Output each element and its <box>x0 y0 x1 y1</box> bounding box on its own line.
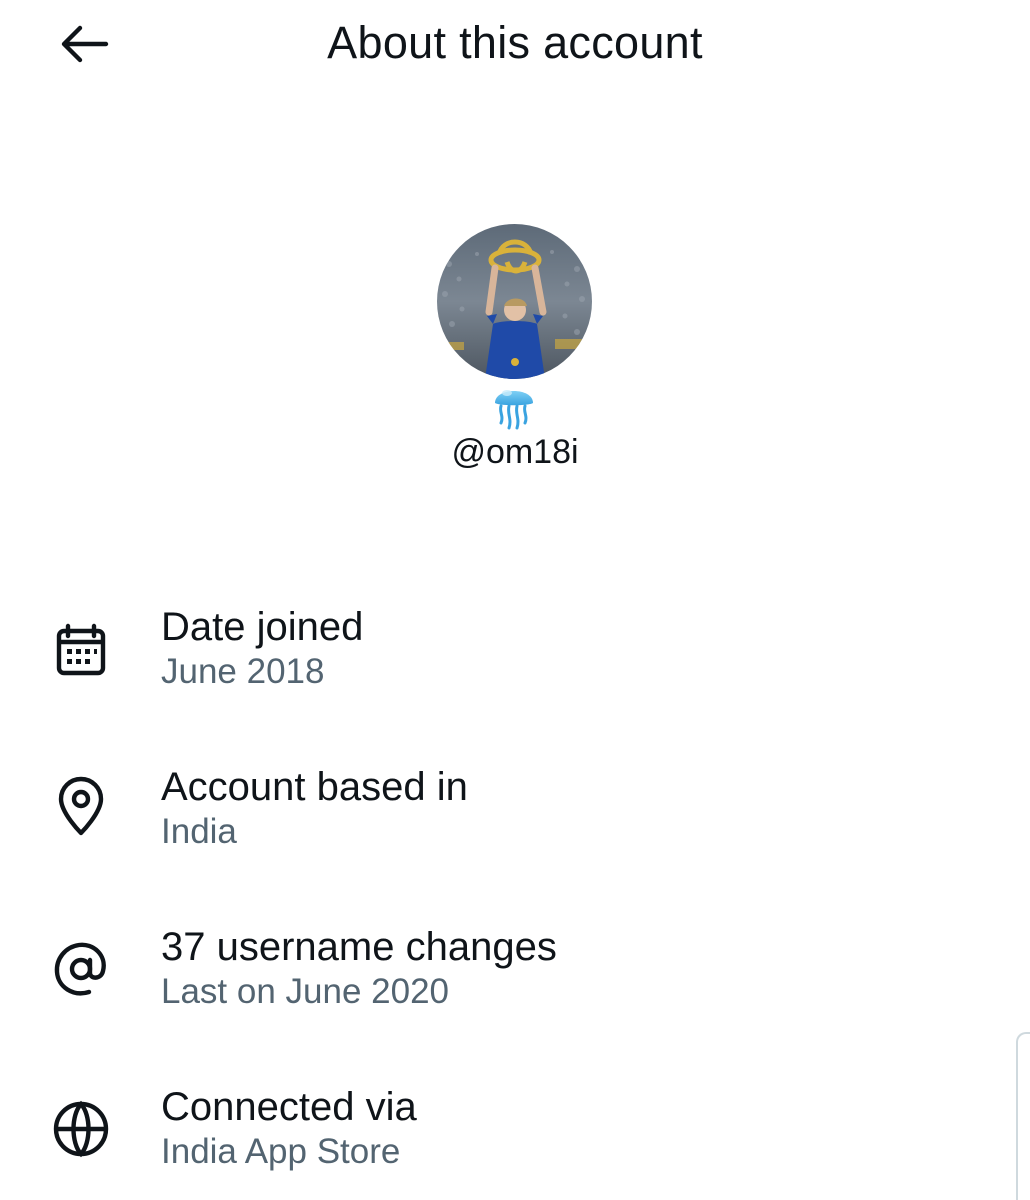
globe-icon <box>46 1094 116 1164</box>
connected-via-label: Connected via <box>161 1085 417 1129</box>
connected-via-value: India App Store <box>161 1132 401 1171</box>
at-sign-icon <box>46 934 116 1004</box>
connected-via-row: Connected via India App Store <box>0 1082 1030 1200</box>
username-changes-value: Last on June 2020 <box>161 972 450 1011</box>
username-changes-label: 37 username changes <box>161 925 557 969</box>
side-panel-edge <box>1016 1032 1030 1200</box>
jellyfish-emoji-icon <box>491 379 537 431</box>
date-joined-row: Date joined June 2018 <box>0 602 1030 722</box>
account-location-row: Account based in India <box>0 762 1030 882</box>
page-title: About this account <box>327 17 703 68</box>
profile-photo <box>437 224 592 379</box>
date-joined-value: June 2018 <box>161 652 325 691</box>
username-changes-row: 37 username changes Last on June 2020 <box>0 922 1030 1042</box>
account-location-label: Account based in <box>161 765 468 809</box>
date-joined-label: Date joined <box>161 605 364 649</box>
account-location-value: India <box>161 812 237 851</box>
location-pin-icon <box>46 772 116 842</box>
avatar[interactable] <box>437 224 592 379</box>
username-handle: @om18i <box>451 433 579 471</box>
top-bar: About this account <box>0 0 1030 90</box>
calendar-icon <box>46 616 116 686</box>
